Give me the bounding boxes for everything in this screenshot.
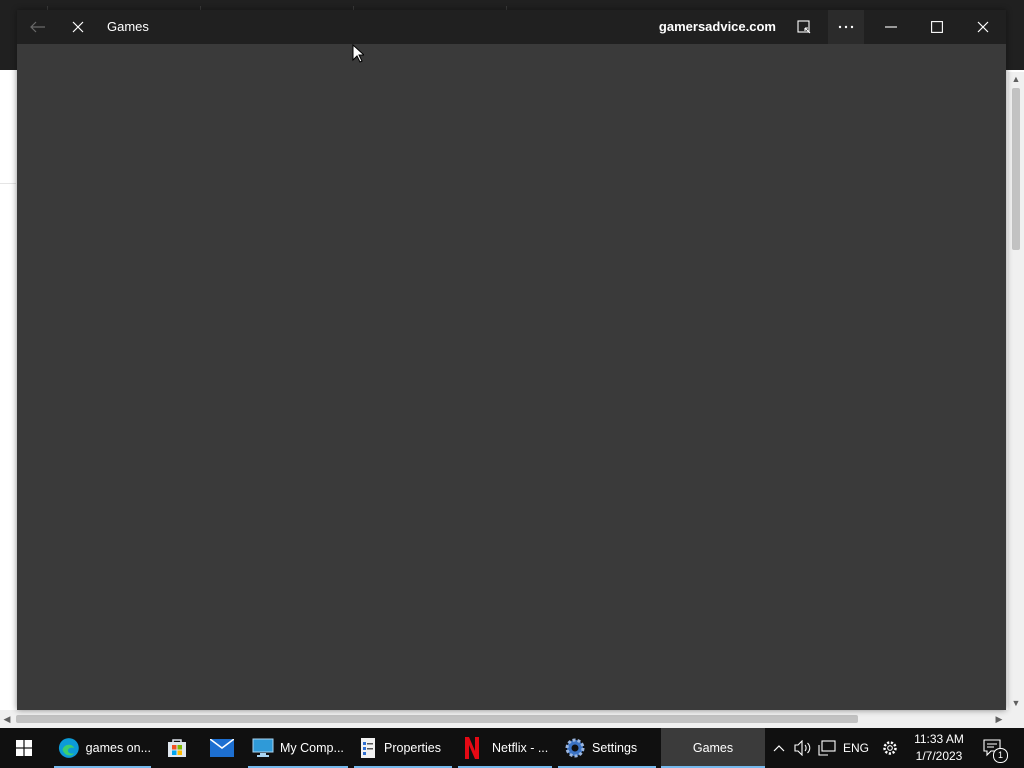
scroll-down-arrow-icon[interactable]: ▼ <box>1008 696 1024 710</box>
action-center-button[interactable]: 1 <box>978 728 1008 768</box>
minimize-icon[interactable] <box>869 10 913 44</box>
language-indicator[interactable]: ENG <box>841 728 871 768</box>
windows-start-icon <box>16 740 32 756</box>
volume-icon <box>794 740 811 756</box>
title-bar: Games gamersadvice.com <box>17 10 1006 44</box>
show-hidden-icons-button[interactable] <box>770 728 788 768</box>
network-icon <box>818 740 836 756</box>
vertical-scrollbar[interactable]: ▲ ▼ <box>1008 72 1024 710</box>
volume-button[interactable] <box>792 728 814 768</box>
mail-icon <box>210 739 234 757</box>
window-title: Games <box>107 19 149 34</box>
loading-content-area <box>17 44 1006 710</box>
scroll-up-arrow-icon[interactable]: ▲ <box>1008 72 1024 86</box>
taskbar-item-label: Games <box>692 741 734 755</box>
taskbar-item-label: Properties <box>384 741 441 755</box>
taskbar-item-label: My Comp... <box>280 741 344 755</box>
scroll-right-arrow-icon[interactable]: ▶ <box>992 710 1006 728</box>
taskbar: games on... My Comp... Properties Netfli… <box>0 728 1024 768</box>
horizontal-scrollbar[interactable]: ◀ ▶ <box>0 710 1024 728</box>
taskbar-item-store[interactable] <box>157 728 197 768</box>
taskbar-item-edge[interactable]: games on... <box>54 728 151 768</box>
reading-mode-icon[interactable] <box>793 10 815 44</box>
taskbar-item-label: Netflix - ... <box>492 741 549 755</box>
settings-gear-icon <box>565 738 585 758</box>
network-button[interactable] <box>816 728 838 768</box>
taskbar-item-settings[interactable]: Settings <box>558 728 656 768</box>
horizontal-scroll-thumb[interactable] <box>16 715 858 723</box>
gear-icon <box>883 741 897 755</box>
chevron-up-icon <box>773 745 785 752</box>
edge-icon <box>58 738 79 758</box>
properties-icon <box>361 738 375 758</box>
computer-icon <box>252 738 274 757</box>
back-arrow-icon[interactable] <box>25 10 51 44</box>
more-icon[interactable] <box>828 10 864 44</box>
clock-time: 11:33 AM <box>914 732 964 746</box>
clock-date: 1/7/2023 <box>915 749 963 763</box>
taskbar-item-label: Settings <box>592 741 638 755</box>
microsoft-store-icon <box>168 739 186 757</box>
notification-count: 1 <box>993 748 1008 763</box>
maximize-icon[interactable] <box>915 10 959 44</box>
netflix-icon <box>465 737 479 759</box>
mouse-cursor-icon <box>352 44 364 63</box>
app-window: Games gamersadvice.com <box>17 10 1006 710</box>
taskbar-item-netflix[interactable]: Netflix - ... <box>458 728 552 768</box>
close-icon[interactable] <box>65 10 91 44</box>
taskbar-item-properties[interactable]: Properties <box>354 728 452 768</box>
background-divider <box>0 183 16 184</box>
taskbar-item-my-computer[interactable]: My Comp... <box>248 728 348 768</box>
site-domain: gamersadvice.com <box>658 19 776 34</box>
scroll-left-arrow-icon[interactable]: ◀ <box>0 710 14 728</box>
taskbar-item-mail[interactable] <box>202 728 242 768</box>
clock[interactable]: 11:33 AM 1/7/2023 <box>908 728 970 768</box>
vertical-scroll-thumb[interactable] <box>1012 88 1020 250</box>
gear-button[interactable] <box>876 728 904 768</box>
window-close-icon[interactable] <box>961 10 1005 44</box>
taskbar-item-games[interactable]: Games <box>661 728 765 768</box>
start-button[interactable] <box>0 728 48 768</box>
taskbar-item-label: games on... <box>85 741 151 755</box>
